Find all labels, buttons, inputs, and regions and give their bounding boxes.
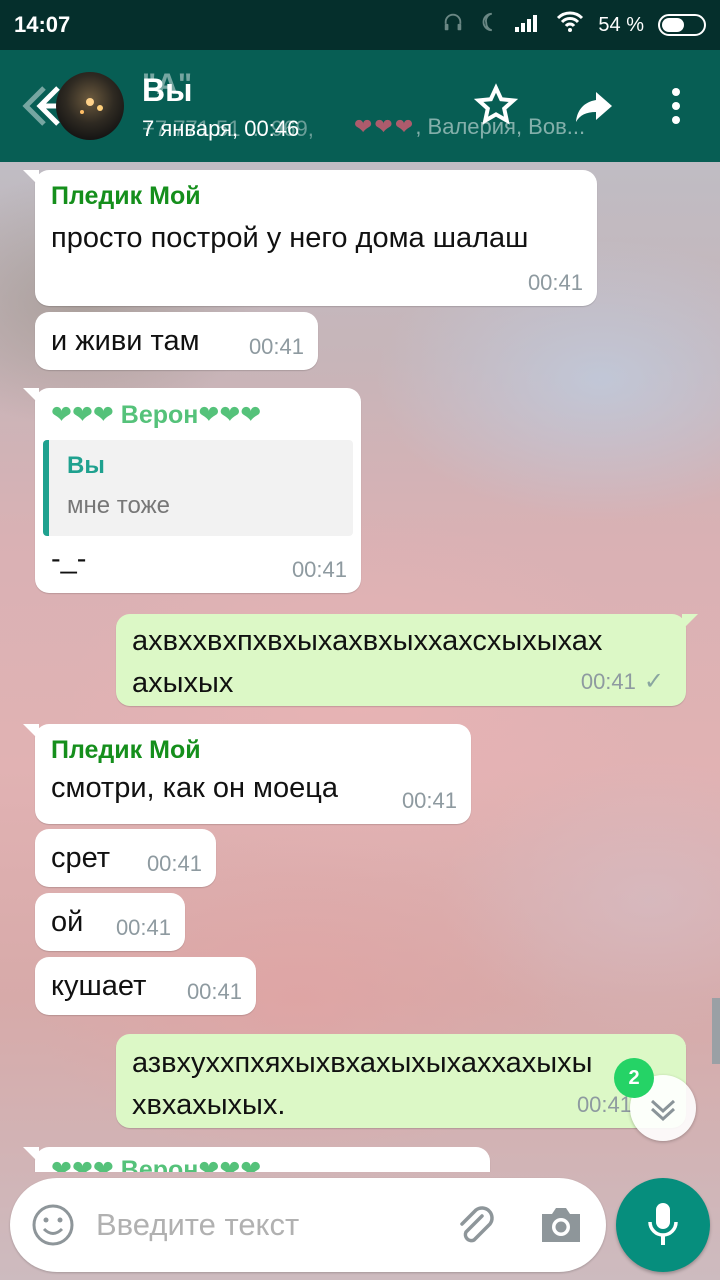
message-bubble[interactable]: ❤❤❤ Верон❤❤❤ Вы мне тоже -_- 00:41 xyxy=(23,388,361,593)
message-bubble[interactable]: срет 00:41 xyxy=(35,829,216,887)
chat-header: "А" Вы +7 771 51 ... 969, 7 января, 00:4… xyxy=(0,50,720,162)
sender-name: ❤❤❤ Верон❤❤❤ xyxy=(51,401,262,429)
message-text: смотри, как он моеца xyxy=(51,772,338,804)
unread-count-badge: 2 xyxy=(614,1058,654,1098)
status-bar: 14:07 54 % xyxy=(0,0,720,50)
message-bubble[interactable]: Пледик Мой смотри, как он моеца 00:41 xyxy=(23,724,471,824)
quote-text: мне тоже xyxy=(67,492,170,519)
message-text: -_- xyxy=(51,543,87,575)
sender-name: ❤❤❤ Верон❤❤❤ xyxy=(51,1156,262,1172)
camera-icon[interactable] xyxy=(538,1204,584,1246)
scrollbar[interactable] xyxy=(712,998,720,1064)
message-bubble[interactable]: Пледик Мой просто построй у него дома ша… xyxy=(23,170,597,306)
message-input[interactable] xyxy=(96,1202,436,1248)
group-avatar[interactable] xyxy=(56,72,124,140)
message-time: 00:41 xyxy=(527,270,583,295)
ghost-names: , Валерия, Вов... xyxy=(415,114,586,139)
headset-icon xyxy=(442,11,464,39)
message-bubble-outgoing[interactable]: ахвххвхпхвхыхахвхыххахсхыхыхах ахыхых 00… xyxy=(116,614,698,706)
message-bubble[interactable]: и живи там 00:41 xyxy=(35,312,318,370)
chat-subtitle: 7 января, 00:46 xyxy=(142,116,300,141)
voice-record-button[interactable] xyxy=(616,1178,710,1272)
message-text: просто построй у него дома шалаш xyxy=(51,222,529,254)
message-bubble-outgoing[interactable]: азвхуххпхяхыхвхахыхыхаххахыхы хвхахыхых.… xyxy=(116,1034,686,1128)
ghost-members: ❤❤❤, Валерия, Вов... xyxy=(354,114,585,140)
wifi-icon xyxy=(556,11,584,39)
message-bubble[interactable]: ой 00:41 xyxy=(35,893,185,951)
message-time: 00:41 xyxy=(248,334,304,359)
quoted-message[interactable]: Вы мне тоже xyxy=(43,440,353,536)
message-composer xyxy=(10,1178,606,1272)
message-time: 00:41 xyxy=(580,669,636,694)
emoji-icon[interactable] xyxy=(30,1202,76,1248)
moon-icon xyxy=(478,11,500,39)
battery-percent: 54 % xyxy=(598,13,644,36)
message-time: 00:41 xyxy=(186,979,242,1004)
message-time: 00:41 xyxy=(115,915,171,940)
message-text-line1: ахвххвхпхвхыхахвхыххахсхыхыхах xyxy=(132,625,603,657)
chat-title: Вы xyxy=(142,72,193,108)
sender-name: Пледик Мой xyxy=(51,736,201,764)
microphone-icon xyxy=(648,1203,678,1245)
sender-name: Пледик Мой xyxy=(51,182,201,210)
status-time: 14:07 xyxy=(14,12,71,37)
message-time: 00:41 xyxy=(401,788,457,813)
message-list[interactable]: Пледик Мой просто построй у него дома ша… xyxy=(0,162,720,1172)
attach-icon[interactable] xyxy=(452,1202,500,1250)
signal-icon xyxy=(514,11,542,39)
more-options-icon[interactable] xyxy=(652,82,700,130)
message-text-line1: азвхуххпхяхыхвхахыхыхаххахыхы xyxy=(132,1047,593,1079)
message-time: 00:41 xyxy=(146,851,202,876)
quote-author: Вы xyxy=(67,452,105,479)
sent-check-icon: ✓ xyxy=(643,668,664,695)
battery-icon xyxy=(658,14,706,36)
message-time: 00:41 xyxy=(291,557,347,582)
message-bubble[interactable]: кушает 00:41 xyxy=(35,957,256,1015)
message-time: 00:41 xyxy=(576,1092,632,1117)
ghost-hearts: ❤❤❤ xyxy=(354,114,416,139)
message-bubble[interactable]: ❤❤❤ Верон❤❤❤ xyxy=(23,1147,490,1172)
